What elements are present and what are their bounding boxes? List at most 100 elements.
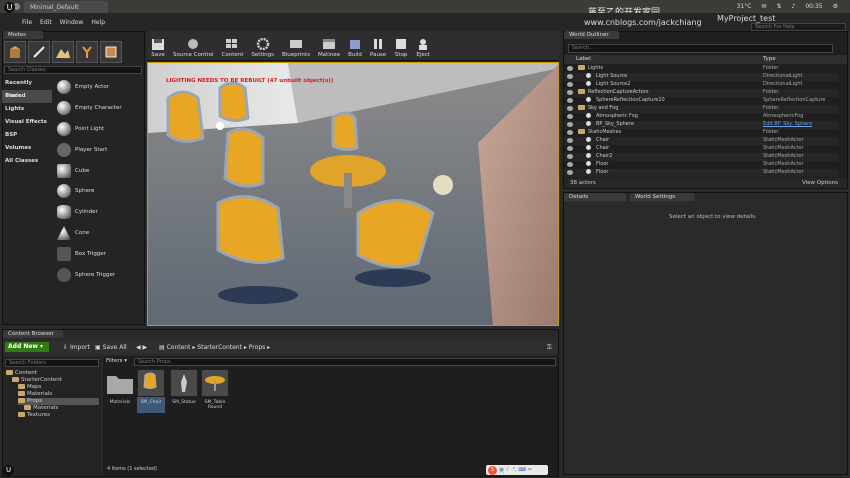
outliner-row[interactable]: Chair StaticMeshActor (564, 145, 839, 153)
input-method-toolbar[interactable]: S 英 ☾ °, ⌨ ✂ (486, 465, 548, 475)
edit-blueprint-link[interactable]: Edit BP_Sky_Sphere (763, 121, 812, 127)
settings-button[interactable]: Settings (247, 31, 278, 60)
outliner-row[interactable]: Light Source2 DirectionalLight (564, 81, 839, 89)
content-browser-tab[interactable]: Content Browser (3, 330, 63, 338)
level-viewport[interactable]: LIGHTING NEEDS TO BE REBUILT (47 unbuilt… (147, 62, 559, 326)
search-folders-input[interactable]: Search Folders (5, 359, 99, 367)
placeable-box-trigger[interactable]: Box Trigger (54, 243, 144, 264)
visibility-eye-icon[interactable] (567, 122, 573, 127)
breadcrumb-startercontent[interactable]: StarterContent (197, 344, 242, 351)
world-outliner-tab[interactable]: World Outliner (564, 31, 619, 39)
placeable-point-light[interactable]: Point Light (54, 119, 144, 140)
outliner-row[interactable]: Floor StaticMeshActor (564, 169, 839, 177)
lock-icon[interactable]: ⚿ (547, 344, 552, 352)
placeable-cone[interactable]: Cone (54, 223, 144, 244)
folder-tree-item[interactable]: Props (18, 398, 99, 405)
mail-icon[interactable]: ✉ (761, 3, 766, 10)
outliner-row[interactable]: Sky and Fog Folder (564, 105, 839, 113)
menu-help[interactable]: Help (91, 19, 105, 26)
menu-window[interactable]: Window (60, 19, 84, 26)
visibility-eye-icon[interactable] (567, 98, 573, 103)
visibility-eye-icon[interactable] (567, 74, 573, 79)
visibility-eye-icon[interactable] (567, 146, 573, 151)
folder-tree-item[interactable]: StarterContent (12, 377, 99, 384)
asset-sm-chair[interactable]: SM_Chair (137, 369, 165, 413)
category-volumes[interactable]: Volumes (2, 142, 52, 155)
folder-tree-item[interactable]: Content (6, 370, 99, 377)
world-settings-tab[interactable]: World Settings (630, 193, 694, 201)
breadcrumb-props[interactable]: Props (249, 344, 265, 351)
visibility-eye-icon[interactable] (567, 114, 573, 119)
outliner-row[interactable]: StaticMeshes Folder (564, 129, 839, 137)
stop-button[interactable]: Stop (390, 31, 412, 60)
pause-button[interactable]: Pause (366, 31, 390, 60)
placeable-empty-character[interactable]: Empty Character (54, 98, 144, 119)
landscape-mode-icon[interactable] (52, 41, 74, 63)
visibility-eye-icon[interactable] (567, 82, 573, 87)
placeable-sphere-trigger[interactable]: Sphere Trigger (54, 264, 144, 285)
outliner-row[interactable]: Floor StaticMeshActor (564, 161, 839, 169)
geometry-mode-icon[interactable] (100, 41, 122, 63)
placeable-empty-actor[interactable]: Empty Actor (54, 77, 144, 98)
label-column-header[interactable]: Label (576, 56, 591, 62)
visibility-eye-icon[interactable] (567, 154, 573, 159)
folder-tree-item[interactable]: Textures (18, 412, 99, 419)
outliner-row[interactable]: ReflectionCaptureActors Folder (564, 89, 839, 97)
eject-button[interactable]: Eject (412, 31, 434, 60)
placeable-sphere[interactable]: Sphere (54, 181, 144, 202)
type-column-header[interactable]: Type (763, 56, 776, 62)
place-mode-icon[interactable] (4, 41, 26, 63)
placeable-cube[interactable]: Cube (54, 160, 144, 181)
paint-mode-icon[interactable] (28, 41, 50, 63)
modes-tab[interactable]: Modes (3, 31, 43, 39)
breadcrumb-content[interactable]: Content (167, 344, 191, 351)
placeable-player-start[interactable]: Player Start (54, 139, 144, 160)
placeable-cylinder[interactable]: Cylinder (54, 202, 144, 223)
category-recently-placed[interactable]: Recently Placed (2, 77, 52, 99)
visibility-eye-icon[interactable] (567, 66, 573, 71)
menu-file[interactable]: File (22, 19, 32, 26)
asset-materials-folder[interactable]: Materials (106, 369, 134, 413)
outliner-row[interactable]: SphereReflectionCapture10 SphereReflectio… (564, 97, 839, 105)
outliner-row[interactable]: Lights Folder (564, 65, 839, 73)
category-visual-effects[interactable]: Visual Effects (2, 116, 52, 129)
category-bsp[interactable]: BSP (2, 129, 52, 142)
volume-icon[interactable]: ♪ (791, 3, 795, 10)
blueprints-button[interactable]: Blueprints (278, 31, 314, 60)
outliner-row[interactable]: Chair2 StaticMeshActor (564, 153, 839, 161)
outliner-search-input[interactable]: Search... (568, 44, 833, 53)
folder-tree-item[interactable]: Materials (18, 391, 99, 398)
visibility-eye-icon[interactable] (567, 130, 573, 135)
visibility-eye-icon[interactable] (567, 170, 573, 175)
asset-sm-table-round[interactable]: SM_Table Round (201, 369, 229, 413)
source-control-button[interactable]: Source Control (169, 31, 218, 60)
back-arrow-icon[interactable]: ◀ ▶ (136, 344, 147, 351)
visibility-eye-icon[interactable] (567, 90, 573, 95)
foliage-mode-icon[interactable] (76, 41, 98, 63)
category-all-classes[interactable]: All Classes (2, 155, 52, 168)
unreal-dock-icon[interactable]: U (3, 465, 14, 476)
asset-sm-statue[interactable]: SM_Statue (170, 369, 198, 413)
category-basic[interactable]: Basic (2, 90, 52, 103)
matinee-button[interactable]: Matinee (314, 31, 344, 60)
visibility-eye-icon[interactable] (567, 138, 573, 143)
menu-edit[interactable]: Edit (40, 19, 52, 26)
search-classes-input[interactable]: Search Classes (4, 66, 142, 74)
visibility-eye-icon[interactable] (567, 106, 573, 111)
save-button[interactable]: Save (147, 31, 169, 60)
category-lights[interactable]: Lights (2, 103, 52, 116)
search-assets-input[interactable]: Search Props (134, 358, 556, 366)
visibility-eye-icon[interactable] (567, 162, 573, 167)
view-options-button[interactable]: View Options (802, 180, 838, 186)
details-tab[interactable]: Details (564, 193, 626, 201)
folder-tree-item[interactable]: Materials (24, 405, 99, 412)
level-tab[interactable]: Minimal_Default (24, 1, 108, 13)
content-button[interactable]: Content (218, 31, 248, 60)
settings-gear-icon[interactable]: ⚙ (833, 3, 838, 10)
build-button[interactable]: Build (344, 31, 366, 60)
add-new-button[interactable]: Add New ▾ (5, 342, 49, 352)
save-all-button[interactable]: ▣ Save All (95, 344, 127, 351)
outliner-row[interactable]: BP_Sky_Sphere Edit BP_Sky_Sphere (564, 121, 839, 129)
outliner-row[interactable]: Light Source DirectionalLight (564, 73, 839, 81)
filters-button[interactable]: Filters ▾ (106, 358, 127, 364)
